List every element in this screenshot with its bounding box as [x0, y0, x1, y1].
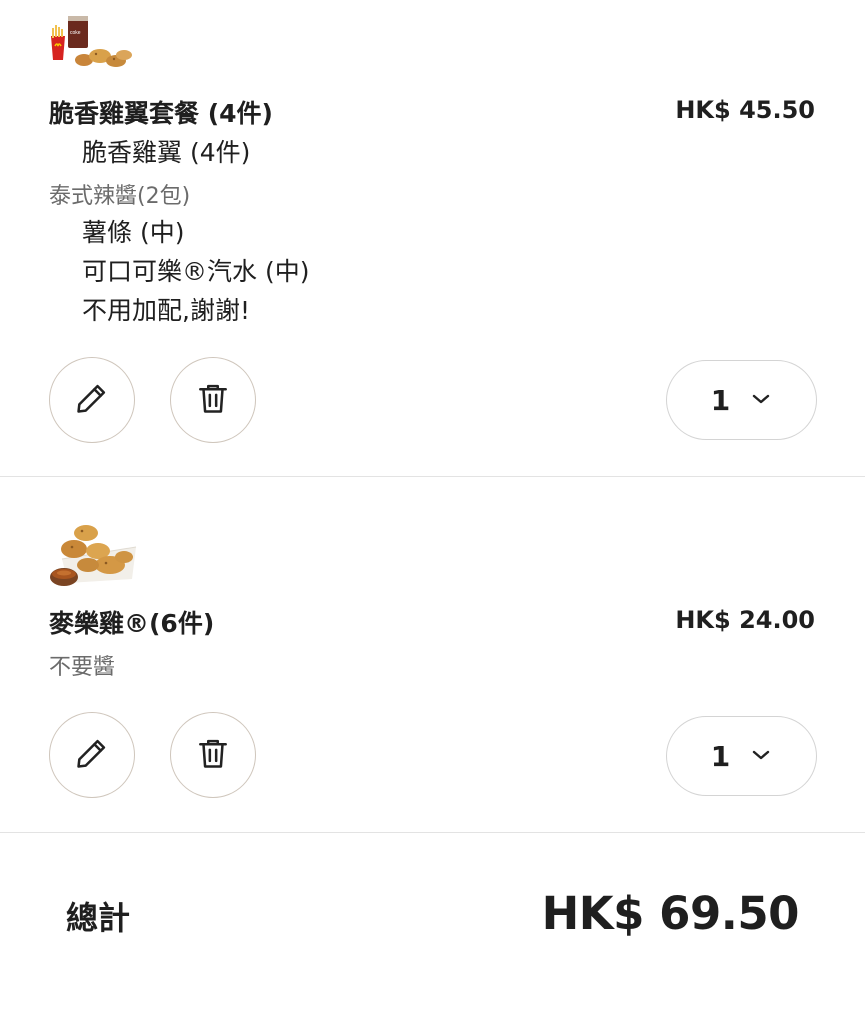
item-price: HK$ 45.50 [675, 96, 815, 124]
item-name: 脆香雞翼套餐 (4件) [49, 99, 273, 128]
nuggets-image [48, 521, 140, 591]
svg-text:coke: coke [70, 30, 81, 36]
item-price: HK$ 24.00 [675, 606, 815, 634]
edit-button[interactable] [49, 712, 135, 798]
chevron-down-icon [750, 391, 772, 410]
total-label: 總計 [66, 899, 131, 937]
trash-icon [194, 379, 232, 421]
delete-button[interactable] [170, 357, 256, 443]
item-note: 泰式辣醬(2包) [49, 184, 191, 209]
cart-item: 麥樂雞®(6件) HK$ 24.00 不要醬 1 [0, 477, 865, 832]
quantity-value: 1 [710, 383, 731, 417]
cart-item: coke 脆香雞翼套餐 (4件) HK$ 45.50 脆香雞翼 (4件) 泰式辣… [0, 0, 865, 476]
chevron-down-icon [750, 747, 772, 766]
pencil-icon [73, 379, 111, 421]
quantity-select[interactable]: 1 [666, 360, 817, 440]
item-option: 脆香雞翼 (4件) [82, 138, 251, 167]
item-option: 薯條 (中) [82, 218, 185, 247]
item-option: 可口可樂®汽水 (中) [82, 257, 310, 286]
item-option: 不用加配,謝謝! [82, 296, 250, 325]
trash-icon [194, 734, 232, 776]
item-note: 不要醬 [49, 655, 116, 680]
combo-meal-image: coke [48, 12, 134, 70]
divider [0, 832, 865, 833]
total-value: HK$ 69.50 [541, 887, 800, 940]
quantity-select[interactable]: 1 [666, 716, 817, 796]
delete-button[interactable] [170, 712, 256, 798]
quantity-value: 1 [710, 739, 731, 773]
item-name: 麥樂雞®(6件) [49, 609, 215, 638]
edit-button[interactable] [49, 357, 135, 443]
pencil-icon [73, 734, 111, 776]
